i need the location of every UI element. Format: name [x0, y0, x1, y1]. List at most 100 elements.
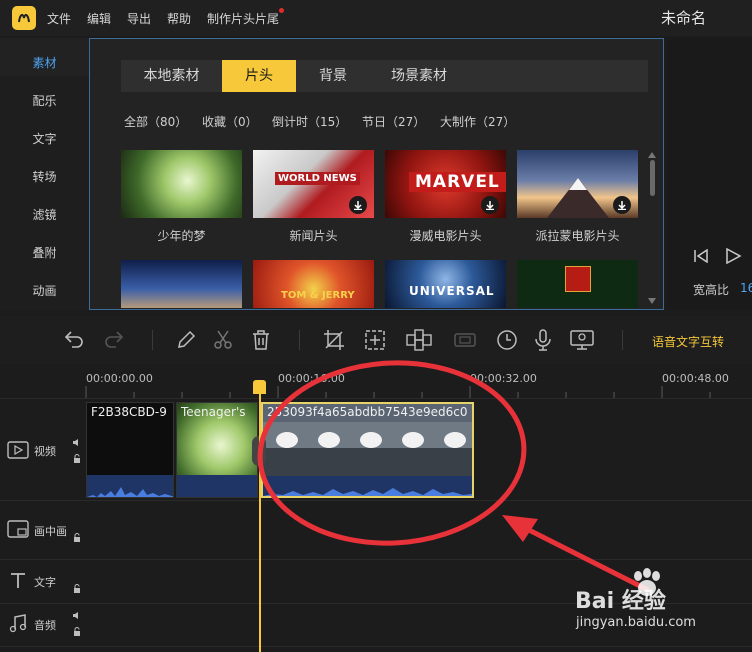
track-divider [0, 500, 752, 501]
thumbnail-tom-jerry[interactable]: TOM & JERRY [253, 260, 374, 308]
lock-icon[interactable] [73, 627, 81, 636]
pip-track-icon [7, 520, 29, 538]
clip-thumbnail-strip [263, 422, 472, 476]
playhead-line[interactable] [259, 380, 261, 652]
freeze-frame-icon[interactable] [453, 328, 477, 352]
thumbnail-logo-text: WORLD NEWS [275, 172, 360, 185]
sidebar-item-overlay[interactable]: 叠附 [0, 244, 89, 261]
sidebar-item-music[interactable]: 配乐 [0, 92, 89, 109]
speech-text-button[interactable]: 语音文字互转 [652, 333, 724, 350]
clip-name: F2B38CBD-9 [91, 405, 167, 419]
sidebar-item-material[interactable]: 素材 [0, 54, 89, 71]
tab-intro[interactable]: 片头 [222, 60, 296, 92]
thumbnail-universal-intro[interactable]: UNIVERSAL [385, 260, 506, 308]
ruler-label: 00:00:00.00 [86, 372, 153, 385]
thumbnail-logo-text: UNIVERSAL [409, 284, 495, 298]
delete-icon[interactable] [249, 328, 273, 352]
sidebar-item-filter[interactable]: 滤镜 [0, 206, 89, 223]
sidebar-item-transition[interactable]: 转场 [0, 168, 89, 185]
thumbnail-caption: 新闻片头 [289, 229, 338, 243]
aspect-ratio-label: 宽高比 [693, 283, 730, 297]
audio-waveform [177, 475, 257, 497]
audio-waveform [263, 476, 472, 496]
watermark-url: jingyan.baidu.com [576, 615, 696, 630]
scroll-down-icon[interactable] [648, 298, 656, 304]
sidebar-item-text[interactable]: 文字 [0, 130, 89, 147]
pip-track-label: 画中画 [34, 525, 67, 538]
thumbnail-caption: 派拉蒙电影片头 [535, 229, 620, 243]
preview-panel [668, 38, 752, 310]
video-track-icon [7, 441, 29, 459]
edit-pencil-icon[interactable] [174, 328, 198, 352]
audio-track-label: 音频 [34, 619, 56, 632]
undo-icon[interactable] [62, 328, 86, 352]
scissors-icon[interactable] [211, 328, 235, 352]
thumbnail-logo-text: TOM & JERRY [281, 290, 355, 301]
lock-icon[interactable] [73, 454, 81, 463]
menu-make-intro[interactable]: 制作片头片尾 [207, 10, 279, 27]
filter-favorites[interactable]: 收藏（0） [202, 113, 258, 130]
filter-blockbuster[interactable]: 大制作（27） [440, 113, 515, 130]
speaker-icon[interactable] [72, 438, 82, 447]
microphone-icon[interactable] [531, 328, 555, 352]
audio-waveform [87, 475, 173, 497]
redo-icon[interactable] [102, 328, 126, 352]
speaker-icon[interactable] [72, 611, 82, 620]
tab-local-material[interactable]: 本地素材 [121, 60, 222, 92]
screen-record-icon[interactable] [569, 328, 595, 352]
menu-bar [0, 0, 752, 36]
lock-icon[interactable] [73, 533, 81, 542]
menu-edit[interactable]: 编辑 [87, 10, 111, 27]
track-divider [0, 398, 752, 399]
aspect-ratio-value[interactable]: 16 [740, 281, 752, 295]
mosaic-icon[interactable] [405, 328, 433, 352]
download-icon[interactable] [349, 196, 367, 214]
ruler-label: 00:00:16.00 [278, 372, 345, 385]
dragon-emblem-icon [565, 266, 591, 292]
toolbar-divider [152, 330, 153, 350]
crop-icon[interactable] [322, 328, 346, 352]
video-track-label: 视频 [34, 445, 56, 458]
notification-dot [279, 8, 284, 13]
thumbnail-logo-text: MARVEL [409, 172, 506, 192]
timeline-clip[interactable]: Teenager's [176, 402, 258, 498]
music-track-icon [9, 614, 27, 633]
text-track-icon [11, 573, 25, 588]
scroll-up-icon[interactable] [648, 152, 656, 158]
tab-scene-material[interactable]: 场景素材 [370, 60, 468, 92]
menu-help[interactable]: 帮助 [167, 10, 191, 27]
sidebar-item-animation[interactable]: 动画 [0, 282, 89, 299]
download-icon[interactable] [613, 196, 631, 214]
menu-export[interactable]: 导出 [127, 10, 151, 27]
text-track-label: 文字 [34, 576, 56, 589]
prev-frame-icon[interactable] [693, 249, 709, 263]
lock-icon[interactable] [73, 584, 81, 593]
zoom-frame-icon[interactable] [363, 328, 387, 352]
thumbnail-castle-intro[interactable] [121, 260, 242, 308]
paw-icon [634, 568, 660, 596]
ruler-label: 00:00:32.00 [470, 372, 537, 385]
ruler-label: 00:00:48.00 [662, 372, 729, 385]
project-title: 未命名 [660, 9, 706, 27]
app-logo-icon [12, 6, 36, 30]
play-icon[interactable] [724, 248, 742, 264]
clip-name: Teenager's [181, 405, 246, 419]
duration-clock-icon[interactable] [495, 328, 519, 352]
menu-file[interactable]: 文件 [47, 10, 71, 27]
download-icon[interactable] [481, 196, 499, 214]
tab-background[interactable]: 背景 [296, 60, 370, 92]
timeline-clip[interactable]: F2B38CBD-9 [86, 402, 174, 498]
timeline-clip-selected[interactable]: 253093f4a65abdbb7543e9ed6c0 [261, 402, 474, 498]
thumbnail-caption: 漫威电影片头 [409, 229, 482, 243]
thumbnail-dragon-intro[interactable] [517, 260, 638, 308]
filter-holiday[interactable]: 节日（27） [362, 113, 425, 130]
filter-countdown[interactable]: 倒计时（15） [272, 113, 347, 130]
clip-name: 253093f4a65abdbb7543e9ed6c0 [267, 405, 468, 419]
track-divider [0, 559, 752, 560]
playhead-handle[interactable] [253, 380, 266, 394]
thumbnail-youth-dream[interactable] [121, 150, 242, 218]
library-scrollbar[interactable] [650, 160, 655, 196]
track-divider [0, 646, 752, 647]
timeline-ruler[interactable] [85, 366, 752, 398]
filter-all[interactable]: 全部（80） [124, 113, 187, 130]
